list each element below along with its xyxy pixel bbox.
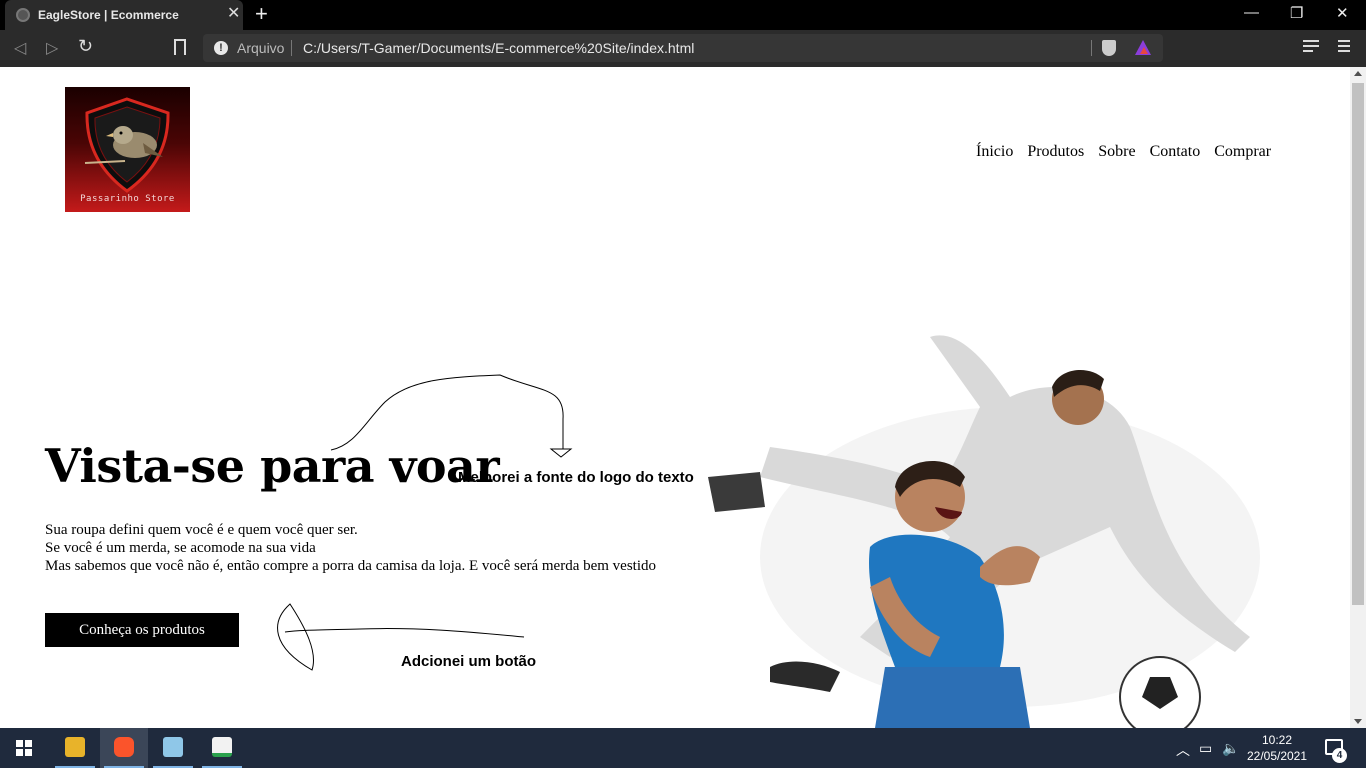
annotation-font-note: Melhorei a fonte do logo do texto	[458, 469, 694, 486]
browser-toolbar: ◁ ▷ ↻ ! Arquivo C:/Users/T-Gamer/Documen…	[0, 30, 1366, 67]
spreadsheet-icon	[212, 737, 232, 757]
playlist-icon[interactable]	[1303, 40, 1319, 54]
close-window-button[interactable]: ✕	[1336, 4, 1349, 22]
chevron-up-icon[interactable]: ︿	[1176, 740, 1190, 760]
hero-description: Sua roupa defini quem você é e quem você…	[45, 521, 665, 575]
bookmark-icon[interactable]	[174, 39, 186, 55]
nav-link-contato[interactable]: Contato	[1150, 143, 1201, 160]
nav-link-inicio[interactable]: Ínicio	[976, 143, 1013, 160]
store-logo[interactable]: Passarinho Store	[65, 87, 190, 212]
scrollbar-thumb[interactable]	[1352, 83, 1364, 605]
main-nav: Ínicio Produtos Sobre Contato Comprar	[976, 143, 1281, 161]
url-scheme-label: Arquivo	[237, 40, 285, 56]
divider	[291, 40, 292, 56]
notepad-icon	[163, 737, 183, 757]
taskbar-notepad[interactable]	[149, 728, 197, 768]
vertical-scrollbar[interactable]	[1350, 67, 1366, 728]
nav-link-sobre[interactable]: Sobre	[1098, 143, 1135, 160]
clock-date: 22/05/2021	[1246, 749, 1308, 763]
scroll-up-arrow-icon[interactable]	[1354, 71, 1362, 76]
close-tab-icon[interactable]: ✕	[227, 5, 240, 23]
products-button[interactable]: Conheça os produtos	[45, 613, 239, 647]
notification-count: 4	[1332, 748, 1347, 763]
back-button[interactable]: ◁	[14, 38, 26, 58]
nav-link-comprar[interactable]: Comprar	[1214, 143, 1271, 160]
divider	[1091, 40, 1092, 56]
minimize-button[interactable]: —	[1244, 4, 1259, 21]
hero-title: Vista-se para voar	[45, 439, 500, 493]
hero-line: Mas sabemos que você não é, então compre…	[45, 558, 657, 574]
network-icon[interactable]: ▭	[1199, 740, 1212, 757]
tab-bar: EagleStore | Ecommerce ✕ + — ❐ ✕	[0, 0, 1366, 30]
globe-icon	[16, 8, 30, 22]
restore-button[interactable]: ❐	[1290, 4, 1303, 22]
brave-rewards-icon-inner	[1140, 47, 1148, 54]
url-text[interactable]: C:/Users/T-Gamer/Documents/E-commerce%20…	[303, 40, 694, 56]
folder-icon	[65, 737, 85, 757]
volume-icon[interactable]: 🔈	[1222, 740, 1239, 757]
hero-line: Sua roupa defini quem você é e quem você…	[45, 522, 358, 538]
windows-taskbar: ︿ ▭ 🔈 10:22 22/05/2021 4	[0, 728, 1366, 768]
reload-button[interactable]: ↻	[78, 36, 93, 57]
taskbar-file-explorer[interactable]	[51, 728, 99, 768]
forward-button[interactable]: ▷	[46, 38, 58, 58]
brave-icon	[114, 737, 134, 757]
system-clock[interactable]: 10:22 22/05/2021	[1240, 732, 1314, 764]
address-bar[interactable]: ! Arquivo C:/Users/T-Gamer/Documents/E-c…	[203, 34, 1163, 62]
start-button[interactable]	[16, 740, 32, 756]
annotation-button-note: Adcionei um botão	[401, 653, 536, 670]
soccer-players-image	[708, 335, 1260, 728]
info-icon[interactable]: !	[214, 41, 228, 55]
clock-time: 10:22	[1261, 733, 1293, 747]
browser-tab[interactable]: EagleStore | Ecommerce ✕	[5, 0, 243, 30]
menu-icon[interactable]	[1338, 40, 1350, 55]
page-viewport: Passarinho Store Ínicio Produtos Sobre C…	[0, 67, 1350, 728]
nav-link-produtos[interactable]: Produtos	[1027, 143, 1084, 160]
brave-shield-icon[interactable]	[1102, 40, 1116, 56]
scroll-down-arrow-icon[interactable]	[1354, 719, 1362, 724]
new-tab-button[interactable]: +	[255, 2, 268, 26]
taskbar-brave[interactable]	[100, 728, 148, 768]
taskbar-spreadsheet[interactable]	[198, 728, 246, 768]
logo-text: Passarinho Store	[80, 194, 175, 204]
hero-line: Se você é um merda, se acomode na sua vi…	[45, 540, 316, 556]
tab-title: EagleStore | Ecommerce	[38, 8, 179, 22]
